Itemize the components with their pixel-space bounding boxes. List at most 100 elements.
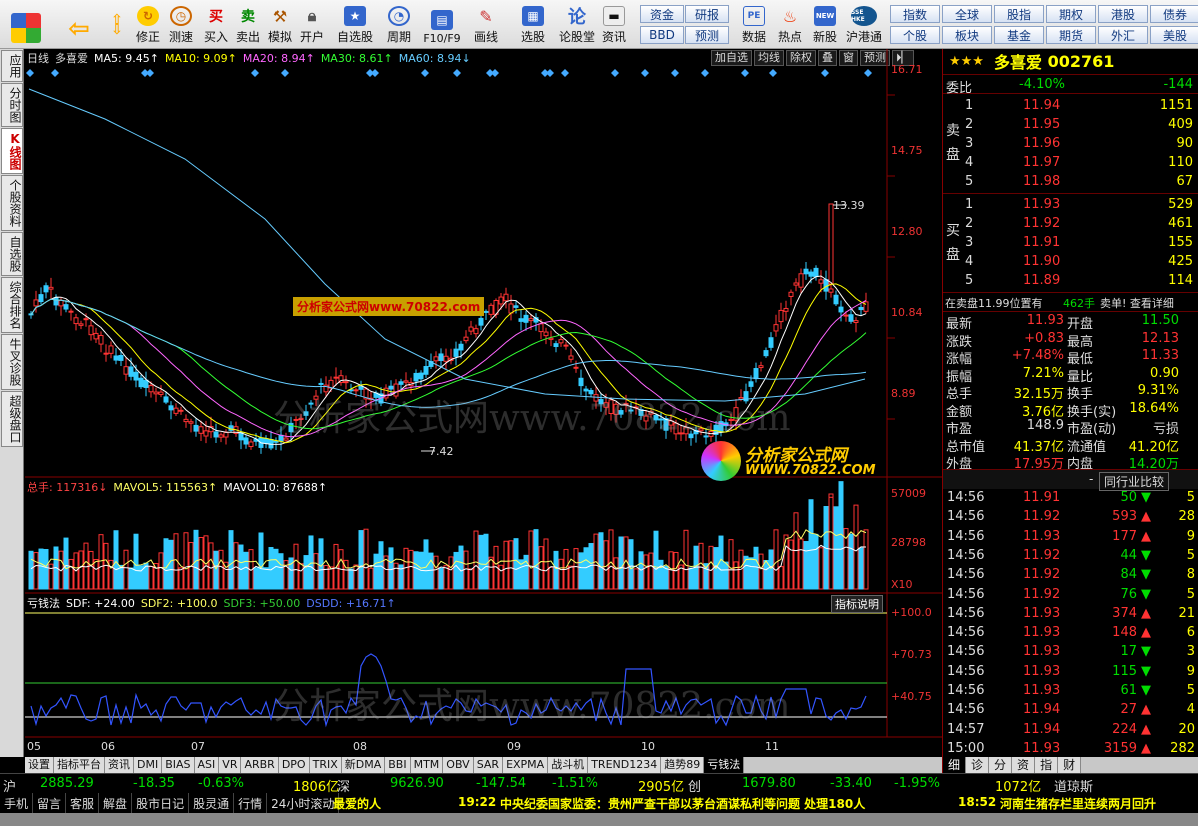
left-tab[interactable]: 分时图 <box>1 83 23 127</box>
nav-button-bottom[interactable]: BBD <box>640 26 684 44</box>
indicator-tab[interactable]: BIAS <box>162 757 195 773</box>
news-item[interactable]: 中央纪委国家监委：贵州严查干部以茅台酒谋私利等问题 处理180人 <box>500 795 865 812</box>
news-nav-item[interactable]: 股灵通 <box>189 793 235 813</box>
news-item[interactable]: 河南生猪存栏里连续两月回升 <box>1000 795 1156 812</box>
nav-button-top[interactable]: 指数 <box>890 5 940 23</box>
nav-button-bottom[interactable]: 美股 <box>1150 26 1198 44</box>
indicator-tab[interactable]: 资讯 <box>105 757 134 773</box>
nav-button-bottom[interactable]: 期货 <box>1046 26 1096 44</box>
orderbook-row[interactable]: 1 11.93 529 <box>943 195 1198 215</box>
indicator-tab[interactable]: VR <box>219 757 242 773</box>
toolbar-speedtest-button[interactable]: ◷ 测速 <box>164 3 198 47</box>
toolbar-news-button[interactable]: ▬ 资讯 <box>599 3 629 47</box>
nav-button-top[interactable]: 研报 <box>685 5 729 23</box>
toolbar-screener-button[interactable]: ▦ 选股 <box>513 3 553 47</box>
nav-button-top[interactable]: 港股 <box>1098 5 1148 23</box>
tick-row: 14:56 11.93 177 ▲ 9 <box>943 527 1198 547</box>
quote-tab[interactable]: 分 <box>989 757 1013 773</box>
toolbar-ipo-button[interactable]: NEW 新股 <box>809 3 841 47</box>
alert-detail-link[interactable]: 卖单! 查看详细 <box>1100 295 1174 311</box>
nav-button-top[interactable]: 股指 <box>994 5 1044 23</box>
left-tab[interactable]: 个股资料 <box>1 175 23 231</box>
indicator-tab[interactable]: 指标平台 <box>54 757 105 773</box>
kline-chart-area[interactable]: 日线 多喜爱 MA5: 9.45↑ MA10: 9.09↑ MA20: 8.94↑ MA3… <box>25 49 942 757</box>
toolbar-data-button[interactable]: PE 数据 <box>737 3 771 47</box>
left-tab[interactable]: 自选股 <box>1 232 23 276</box>
toolbar-hot-button[interactable]: ♨ 热点 <box>773 3 807 47</box>
quote-tab[interactable]: 诊 <box>966 757 990 773</box>
news-item[interactable]: 最爱的人 <box>333 795 381 812</box>
indicator-tab[interactable]: TRIX <box>309 757 342 773</box>
orderbook-row[interactable]: 5 11.89 114 <box>943 271 1198 291</box>
candle-body <box>763 350 769 357</box>
news-nav-item[interactable]: 股市日记 <box>132 793 190 813</box>
indicator-tab[interactable]: 战斗机 <box>548 757 589 773</box>
left-tab[interactable]: 综合排名 <box>1 277 23 333</box>
indicator-tab[interactable]: 趋势89 <box>661 757 705 773</box>
toolbar-hk-connect-button[interactable]: SSE HKE 沪港通 <box>843 3 885 47</box>
nav-button-top[interactable]: 债券 <box>1150 5 1198 23</box>
nav-button-top[interactable]: 全球 <box>942 5 992 23</box>
indicator-tab[interactable]: ARBR <box>241 757 279 773</box>
orderbook-row[interactable]: 4 11.90 425 <box>943 252 1198 272</box>
quote-tab[interactable]: 细 <box>943 757 967 773</box>
toolbar-draw-button[interactable]: ✎ 画线 <box>467 3 505 47</box>
left-tab[interactable]: 牛叉诊股 <box>1 334 23 390</box>
indicator-tab[interactable]: SAR <box>473 757 504 773</box>
quote-tab[interactable]: 指 <box>1035 757 1059 773</box>
news-nav-item[interactable]: 行情 <box>234 793 268 813</box>
left-tab[interactable]: 应用 <box>1 50 23 82</box>
toolbar-f10-button[interactable]: ▤ F10/F9 <box>421 3 463 47</box>
toolbar-watchlist-button[interactable]: ★ 自选股 <box>333 3 377 47</box>
toolbar-period-button[interactable]: ◔ 周期 <box>381 3 417 47</box>
indicator-help-button[interactable]: 指标说明 <box>831 595 883 613</box>
toolbar-fix-button[interactable]: ↻ 修正 <box>131 3 165 47</box>
nav-button-bottom[interactable]: 板块 <box>942 26 992 44</box>
toolbar-buy-button[interactable]: 买买入 <box>201 3 231 47</box>
order-alert-row[interactable]: 在卖盘11.99位置有 462手 卖单! 查看详细 <box>943 292 1198 312</box>
up-down-arrows-icon[interactable]: ⇧ ⇩ <box>104 3 130 47</box>
orderbook-row[interactable]: 3 11.96 90 <box>943 134 1198 154</box>
toolbar-sell-button[interactable]: 卖卖出 <box>233 3 263 47</box>
nav-button-bottom[interactable]: 基金 <box>994 26 1044 44</box>
candle-body <box>158 391 164 395</box>
indicator-tab[interactable]: 亏钱法 <box>704 757 745 773</box>
left-tab[interactable]: 超级盘口 <box>1 391 23 447</box>
news-nav-item[interactable]: 客服 <box>66 793 100 813</box>
toolbar-forum-button[interactable]: 论论股堂 <box>557 3 597 47</box>
left-tab[interactable]: K线图 <box>1 128 23 174</box>
orderbook-row[interactable]: 2 11.92 461 <box>943 214 1198 234</box>
toolbar-open-account-button[interactable]: 🔒︎ 开户 <box>297 3 327 47</box>
volume-bar <box>238 544 244 590</box>
news-nav-item[interactable]: 24小时滚动 <box>267 793 340 813</box>
nav-button-top[interactable]: 资金 <box>640 5 684 23</box>
nav-button-bottom[interactable]: 预测 <box>685 26 729 44</box>
news-nav-item[interactable]: 留言 <box>33 793 67 813</box>
nav-button-bottom[interactable]: 个股 <box>890 26 940 44</box>
indicator-tab[interactable]: ASI <box>194 757 220 773</box>
orderbook-row[interactable]: 1 11.94 1151 <box>943 96 1198 116</box>
indicator-tab[interactable]: 设置 <box>25 757 54 773</box>
indicator-tab[interactable]: 新DMA <box>341 757 386 773</box>
candle-body <box>753 368 759 380</box>
orderbook-row[interactable]: 3 11.91 155 <box>943 233 1198 253</box>
news-nav-item[interactable]: 解盘 <box>99 793 133 813</box>
indicator-tab[interactable]: TREND1234 <box>588 757 662 773</box>
indicator-tab[interactable]: BBI <box>385 757 411 773</box>
indicator-tab[interactable]: EXPMA <box>503 757 549 773</box>
orderbook-row[interactable]: 4 11.97 110 <box>943 153 1198 173</box>
toolbar-simulate-button[interactable]: ⚒ 模拟 <box>265 3 295 47</box>
orderbook-row[interactable]: 5 11.98 67 <box>943 172 1198 192</box>
quote-tab[interactable]: 资 <box>1012 757 1036 773</box>
back-arrow-icon[interactable]: ⇦ <box>62 3 96 47</box>
news-nav-item[interactable]: 手机 <box>0 793 34 813</box>
indicator-tab[interactable]: MTM <box>410 757 444 773</box>
indicator-tab[interactable]: DMI <box>134 757 163 773</box>
indicator-tab[interactable]: DPO <box>278 757 310 773</box>
app-logo-icon[interactable] <box>6 3 46 47</box>
nav-button-bottom[interactable]: 外汇 <box>1098 26 1148 44</box>
indicator-tab[interactable]: OBV <box>443 757 474 773</box>
quote-tab[interactable]: 财 <box>1058 757 1082 773</box>
orderbook-row[interactable]: 2 11.95 409 <box>943 115 1198 135</box>
nav-button-top[interactable]: 期权 <box>1046 5 1096 23</box>
